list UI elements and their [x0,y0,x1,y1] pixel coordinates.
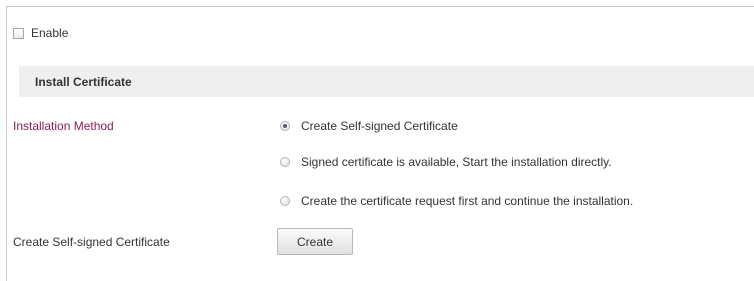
radio-self-signed-label: Create Self-signed Certificate [301,119,458,133]
create-self-signed-label: Create Self-signed Certificate [13,235,170,249]
radio-signed-available[interactable] [280,157,290,167]
enable-row[interactable]: Enable [13,26,68,40]
section-title: Install Certificate [35,75,132,89]
installation-method-label: Installation Method [13,119,114,133]
radio-option-self-signed[interactable]: Create Self-signed Certificate [280,119,458,133]
radio-request-first-label: Create the certificate request first and… [301,194,634,208]
create-button[interactable]: Create [277,228,353,255]
radio-signed-available-label: Signed certificate is available, Start t… [301,155,612,169]
radio-request-first[interactable] [280,196,290,206]
radio-self-signed[interactable] [280,121,290,131]
enable-checkbox[interactable] [13,27,24,39]
install-certificate-header: Install Certificate [19,66,754,97]
radio-option-signed-available[interactable]: Signed certificate is available, Start t… [280,155,612,169]
enable-label: Enable [31,26,69,40]
radio-option-request-first[interactable]: Create the certificate request first and… [280,194,633,208]
